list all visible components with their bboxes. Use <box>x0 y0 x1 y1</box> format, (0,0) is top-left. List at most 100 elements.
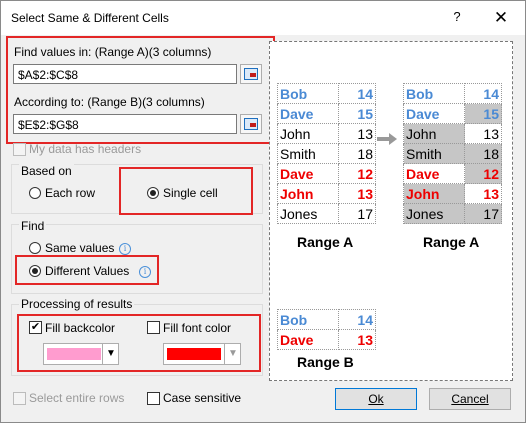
find-label: Find <box>19 219 47 233</box>
table-row: Bob 14 <box>277 309 376 330</box>
cell: 18 <box>338 143 376 164</box>
arrow-right-icon <box>377 133 397 145</box>
according-to-label: According to: (Range B)(3 columns) <box>14 95 205 109</box>
processing-label: Processing of results <box>19 297 135 311</box>
range-b-table: Bob 14 Dave 13 <box>277 309 376 350</box>
different-values-radio[interactable] <box>29 265 41 277</box>
cell: 14 <box>338 309 376 330</box>
same-values-label: Same values <box>45 241 115 255</box>
cell: 12 <box>338 163 376 184</box>
cell: 13 <box>464 123 502 144</box>
backcolor-swatch <box>47 348 101 360</box>
cell: 13 <box>338 329 376 350</box>
single-cell-label: Single cell <box>163 186 218 200</box>
case-sensitive-label: Case sensitive <box>163 391 242 405</box>
ok-label: Ok <box>368 392 384 406</box>
range-select-icon <box>244 68 258 80</box>
range-a-title: Range A <box>297 234 354 250</box>
info-icon: i <box>119 243 131 255</box>
close-button[interactable]: ✕ <box>490 7 512 29</box>
table-row: Smith 18 <box>277 143 376 164</box>
table-row: Jones 17 <box>403 203 502 224</box>
range-b-input[interactable]: $E$2:$G$8 <box>13 114 237 134</box>
cell: Dave <box>403 163 465 184</box>
info-icon: i <box>139 266 151 278</box>
cell: 13 <box>338 123 376 144</box>
cell: Jones <box>403 203 465 224</box>
cell: John <box>277 183 339 204</box>
table-row: Dave 13 <box>277 329 376 350</box>
range-select-icon <box>244 118 258 130</box>
backcolor-picker[interactable]: ▼ <box>43 343 119 365</box>
cell: 18 <box>464 143 502 164</box>
table-row: John 13 <box>403 123 502 144</box>
fill-backcolor-label: Fill backcolor <box>45 321 116 335</box>
case-sensitive-checkbox[interactable] <box>147 392 160 405</box>
cell: Dave <box>277 329 339 350</box>
dialog: Select Same & Different Cells ? ✕ Find v… <box>0 0 526 423</box>
fill-font-color-checkbox[interactable] <box>147 321 160 334</box>
cell: Dave <box>403 103 465 124</box>
headers-checkbox[interactable] <box>13 143 26 156</box>
table-row: Bob 14 <box>403 83 502 104</box>
title-bar: Select Same & Different Cells ? ✕ <box>1 1 525 35</box>
cell: 14 <box>464 83 502 104</box>
table-row: Dave 12 <box>403 163 502 184</box>
cell: Bob <box>403 83 465 104</box>
find-values-label: Find values in: (Range A)(3 columns) <box>14 45 212 59</box>
cell: 15 <box>464 103 502 124</box>
fill-font-color-label: Fill font color <box>163 321 232 335</box>
chevron-down-icon[interactable]: ▼ <box>102 344 119 364</box>
fill-backcolor-checkbox[interactable]: ✔ <box>29 321 42 334</box>
different-values-label: Different Values <box>45 264 130 278</box>
help-button[interactable]: ? <box>449 9 465 27</box>
range-a-table: Bob 14 Dave 15 John 13 Smith 18 Dave 12 John 1… <box>277 83 376 224</box>
cell: John <box>403 123 465 144</box>
range-b-picker-button[interactable] <box>240 114 262 134</box>
cell: Jones <box>277 203 339 224</box>
select-entire-rows-label: Select entire rows <box>29 391 125 405</box>
same-values-radio[interactable] <box>29 242 41 254</box>
cell: John <box>277 123 339 144</box>
cell: Smith <box>277 143 339 164</box>
cell: 17 <box>464 203 502 224</box>
cell: 17 <box>338 203 376 224</box>
range-a-picker-button[interactable] <box>240 64 262 84</box>
cell: Dave <box>277 163 339 184</box>
range-a-result-table: Bob 14 Dave 15 John 13 Smith 18 Dave 12 John 1… <box>403 83 502 224</box>
each-row-label: Each row <box>45 186 96 200</box>
cell: John <box>403 183 465 204</box>
dialog-title: Select Same & Different Cells <box>11 11 169 25</box>
range-b-title: Range B <box>297 354 354 370</box>
cell: 13 <box>464 183 502 204</box>
headers-label: My data has headers <box>29 142 142 156</box>
table-row: Dave 15 <box>403 103 502 124</box>
cell: Dave <box>277 103 339 124</box>
single-cell-radio[interactable] <box>147 187 159 199</box>
range-a-input[interactable]: $A$2:$C$8 <box>13 64 237 84</box>
cancel-button[interactable]: Cancel <box>429 388 511 410</box>
table-row: John 13 <box>277 123 376 144</box>
table-row: Dave 12 <box>277 163 376 184</box>
cell: 12 <box>464 163 502 184</box>
cell: 15 <box>338 103 376 124</box>
cancel-label: Cancel <box>451 392 489 406</box>
table-row: Bob 14 <box>277 83 376 104</box>
based-on-label: Based on <box>19 164 74 178</box>
table-row: Jones 17 <box>277 203 376 224</box>
font-color-picker[interactable]: ▼ <box>163 343 241 365</box>
cell: 13 <box>338 183 376 204</box>
cell: Smith <box>403 143 465 164</box>
ok-button[interactable]: Ok <box>335 388 417 410</box>
each-row-radio[interactable] <box>29 187 41 199</box>
range-a-result-title: Range A <box>423 234 480 250</box>
table-row: Dave 15 <box>277 103 376 124</box>
table-row: Smith 18 <box>403 143 502 164</box>
table-row: John 13 <box>403 183 502 204</box>
chevron-down-icon[interactable]: ▼ <box>224 344 241 364</box>
select-entire-rows-checkbox[interactable] <box>13 392 26 405</box>
font-color-swatch <box>167 348 221 360</box>
table-row: John 13 <box>277 183 376 204</box>
cell: Bob <box>277 309 339 330</box>
cell: Bob <box>277 83 339 104</box>
